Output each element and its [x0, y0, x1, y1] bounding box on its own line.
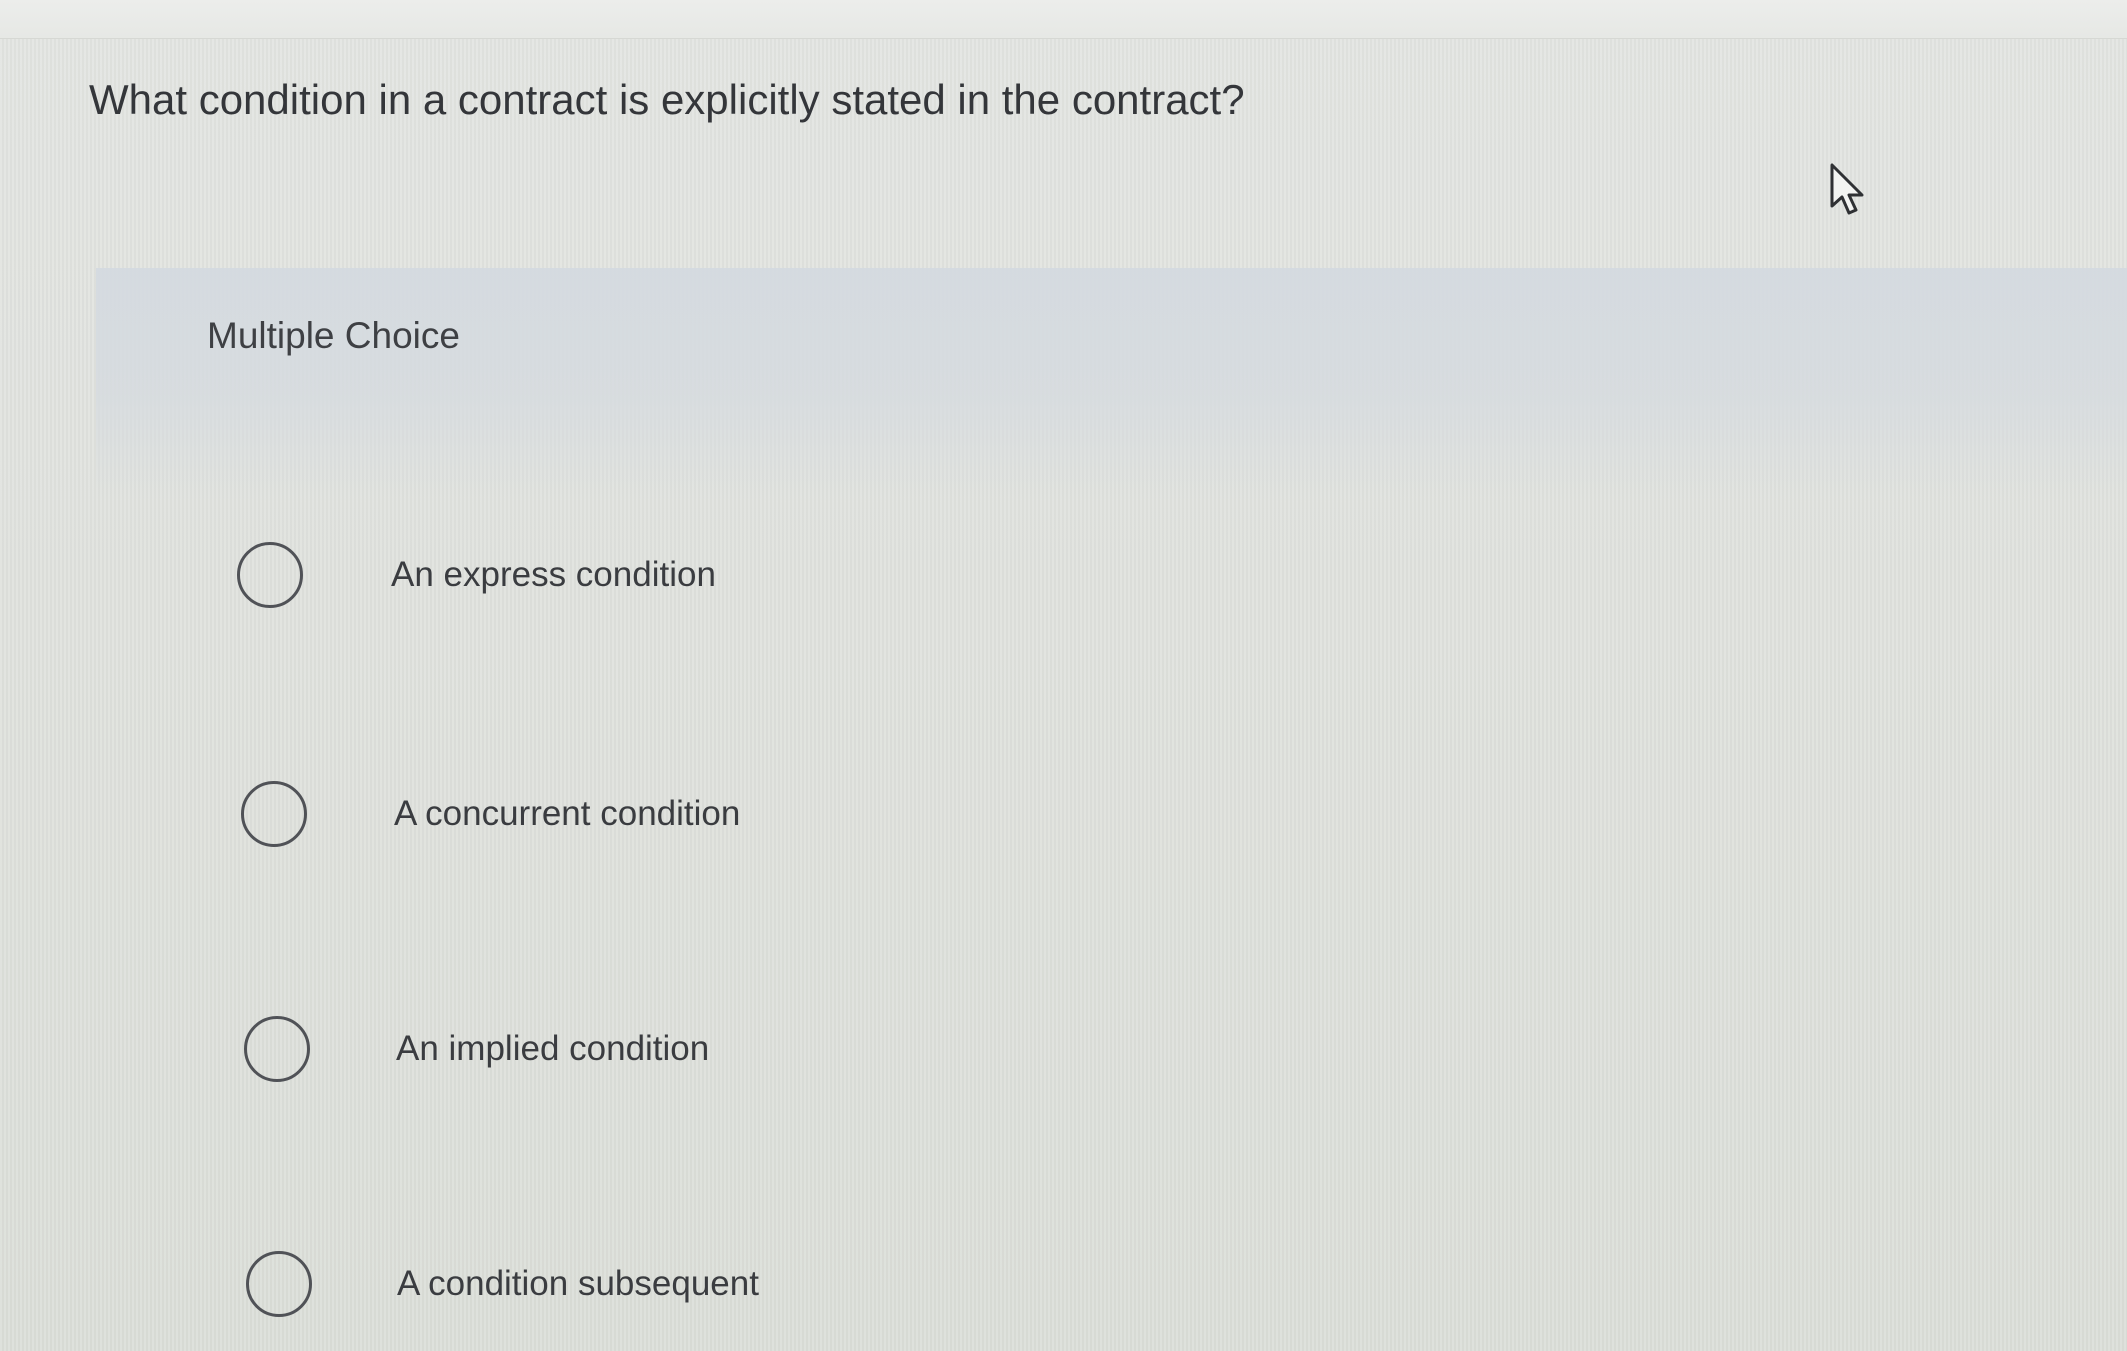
choice-option-condition-subsequent[interactable]: A condition subsequent	[230, 1243, 1130, 1333]
mouse-pointer-icon	[1830, 163, 1864, 215]
choice-option-implied-condition[interactable]: An implied condition	[230, 1008, 1130, 1098]
question-type-label: Multiple Choice	[207, 315, 460, 356]
multiple-choice-panel	[96, 268, 2127, 498]
choice-label: A concurrent condition	[394, 794, 741, 833]
choice-label: An express condition	[391, 555, 716, 594]
radio-button-icon[interactable]	[244, 1016, 310, 1082]
top-strip	[0, 0, 2127, 39]
radio-button-icon[interactable]	[246, 1251, 312, 1317]
radio-button-icon[interactable]	[241, 781, 307, 847]
question-text: What condition in a contract is explicit…	[89, 76, 1245, 123]
choice-label: A condition subsequent	[397, 1264, 759, 1303]
choice-label: An implied condition	[396, 1029, 710, 1068]
radio-button-icon[interactable]	[237, 542, 303, 608]
choice-option-express-condition[interactable]: An express condition	[230, 534, 1130, 624]
choice-option-concurrent-condition[interactable]: A concurrent condition	[230, 773, 1130, 863]
